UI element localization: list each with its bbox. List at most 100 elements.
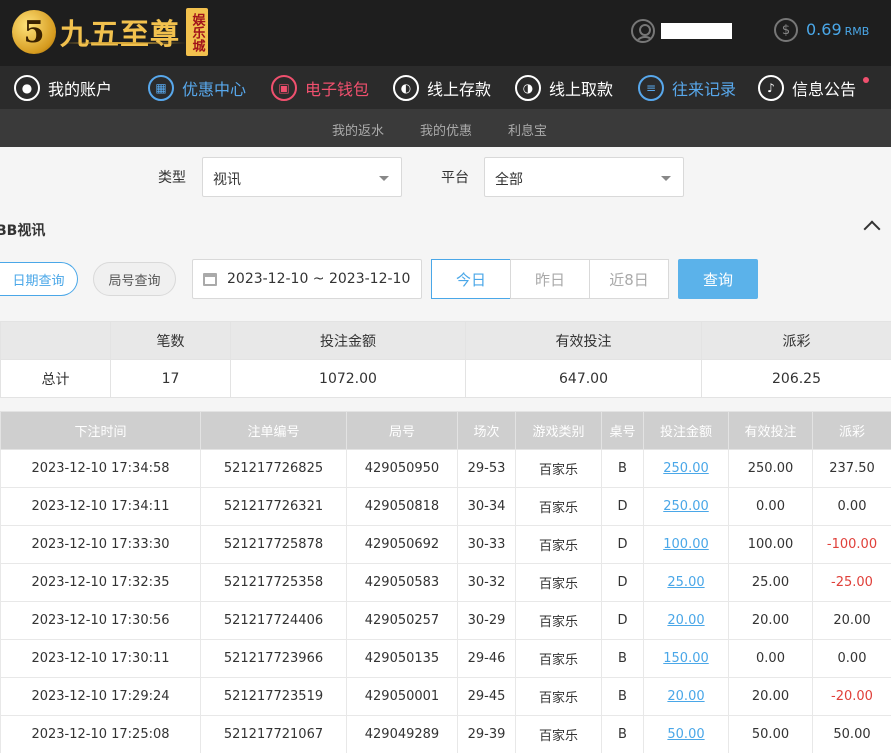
summary-total-row: 总计 17 1072.00 647.00 206.25 <box>0 359 891 398</box>
bet-amount-cell[interactable]: 150.00 <box>643 639 729 678</box>
game-type-cell: 百家乐 <box>515 601 602 640</box>
nav-label: 信息公告 <box>792 79 857 99</box>
nav-promotions[interactable]: ▦ 优惠中心 <box>148 66 246 109</box>
detail-body: 2023-12-10 17:34:58 521217726825 429050950… <box>0 449 891 753</box>
round-number-cell: 429050950 <box>346 449 458 488</box>
valid-bet-cell: 0.00 <box>728 487 813 526</box>
date-query-tab[interactable]: 日期查询 <box>0 262 78 296</box>
bet-time-cell: 2023-12-10 17:34:58 <box>0 449 201 488</box>
sub-nav: 我的返水 我的优惠 利息宝 <box>0 109 891 147</box>
gift-icon: ▦ <box>148 74 174 101</box>
logo-underline <box>60 42 186 44</box>
last-8-days-button[interactable]: 近8日 <box>589 259 669 299</box>
date-range-value: 2023-12-10 ~ 2023-12-10 <box>227 271 411 287</box>
table-row: 2023-12-10 17:34:11 521217726321 429050818… <box>0 487 891 526</box>
summary-header: 派彩 <box>701 321 891 360</box>
detail-header: 下注时间 <box>0 411 201 450</box>
summary-header: 笔数 <box>110 321 231 360</box>
bet-time-cell: 2023-12-10 17:32:35 <box>0 563 201 602</box>
round-query-tab[interactable]: 局号查询 <box>93 262 176 296</box>
user-icon[interactable] <box>631 19 655 43</box>
valid-bet-cell: 100.00 <box>728 525 813 564</box>
ticket-number-cell: 521217726321 <box>200 487 347 526</box>
nav-records[interactable]: ≡ 往来记录 <box>638 66 736 109</box>
today-button[interactable]: 今日 <box>431 259 511 299</box>
platform-select[interactable]: 全部 <box>484 157 684 197</box>
session-cell: 29-53 <box>457 449 516 488</box>
detail-header: 投注金额 <box>643 411 729 450</box>
summary-cell: 总计 <box>0 359 111 398</box>
session-cell: 29-45 <box>457 677 516 716</box>
detail-header: 场次 <box>457 411 516 450</box>
table-row: 2023-12-10 17:32:35 521217725358 429050583… <box>0 563 891 602</box>
bet-time-cell: 2023-12-10 17:29:24 <box>0 677 201 716</box>
logo-badge: 5 <box>12 10 56 54</box>
detail-header: 局号 <box>346 411 458 450</box>
chevron-down-icon <box>379 176 389 181</box>
bet-amount-cell[interactable]: 50.00 <box>643 715 729 753</box>
payout-cell: 50.00 <box>812 715 891 753</box>
query-button[interactable]: 查询 <box>678 259 758 299</box>
round-number-cell: 429050818 <box>346 487 458 526</box>
chevron-up-icon[interactable] <box>863 220 881 238</box>
summary-header: 投注金额 <box>230 321 466 360</box>
subnav-interest[interactable]: 利息宝 <box>508 120 547 139</box>
game-type-cell: 百家乐 <box>515 715 602 753</box>
ticket-number-cell: 521217725878 <box>200 525 347 564</box>
section-title: BB视讯 <box>0 223 46 239</box>
summary-header: 有效投注 <box>465 321 702 360</box>
table-number-cell: D <box>601 601 644 640</box>
bet-amount-cell[interactable]: 100.00 <box>643 525 729 564</box>
round-number-cell: 429050583 <box>346 563 458 602</box>
nav-label: 线上取款 <box>549 79 614 99</box>
chevron-down-icon <box>661 176 671 181</box>
date-range-input[interactable]: 2023-12-10 ~ 2023-12-10 <box>192 259 422 299</box>
round-number-cell: 429050001 <box>346 677 458 716</box>
table-number-cell: D <box>601 563 644 602</box>
detail-header: 有效投注 <box>728 411 813 450</box>
round-number-cell: 429050692 <box>346 525 458 564</box>
table-row: 2023-12-10 17:25:08 521217721067 429049289… <box>0 715 891 753</box>
subnav-rebate[interactable]: 我的返水 <box>332 120 384 139</box>
balance: 0.69 RMB <box>806 20 869 39</box>
summary-header-row: 笔数 投注金额 有效投注 派彩 <box>0 321 891 360</box>
logo[interactable]: 5 九五至尊 娱乐城 <box>12 6 209 58</box>
deposit-icon: ◐ <box>393 74 419 101</box>
bet-time-cell: 2023-12-10 17:34:11 <box>0 487 201 526</box>
payout-cell: -25.00 <box>812 563 891 602</box>
table-number-cell: D <box>601 525 644 564</box>
bet-amount-cell[interactable]: 20.00 <box>643 601 729 640</box>
bet-amount-cell[interactable]: 250.00 <box>643 449 729 488</box>
logo-text: 九五至尊 <box>60 17 181 51</box>
table-row: 2023-12-10 17:34:58 521217726825 429050950… <box>0 449 891 488</box>
nav-label: 电子钱包 <box>305 79 370 99</box>
withdraw-icon: ◑ <box>515 74 541 101</box>
nav-announcements[interactable]: ♪ 信息公告 <box>758 66 856 109</box>
nav-wallet[interactable]: ▣ 电子钱包 <box>271 66 369 109</box>
table-number-cell: B <box>601 639 644 678</box>
nav-withdraw[interactable]: ◑ 线上取款 <box>515 66 613 109</box>
user-icon: ● <box>14 74 40 101</box>
summary-cell: 17 <box>110 359 231 398</box>
session-cell: 29-39 <box>457 715 516 753</box>
platform-label: 平台 <box>441 170 469 186</box>
yesterday-button[interactable]: 昨日 <box>510 259 590 299</box>
nav-my-account[interactable]: ● 我的账户 <box>14 66 112 109</box>
table-number-cell: D <box>601 487 644 526</box>
detail-header: 注单编号 <box>200 411 347 450</box>
wallet-icon: ▣ <box>271 74 297 101</box>
ticket-number-cell: 521217723519 <box>200 677 347 716</box>
records-icon: ≡ <box>638 74 664 101</box>
bet-amount-cell[interactable]: 20.00 <box>643 677 729 716</box>
platform-select-value: 全部 <box>495 172 523 188</box>
ticket-number-cell: 521217723966 <box>200 639 347 678</box>
bet-amount-cell[interactable]: 25.00 <box>643 563 729 602</box>
type-select[interactable]: 视讯 <box>202 157 402 197</box>
subnav-my-promotions[interactable]: 我的优惠 <box>420 120 472 139</box>
nav-deposit[interactable]: ◐ 线上存款 <box>393 66 491 109</box>
top-header: 5 九五至尊 娱乐城 $ 0.69 RMB <box>0 0 891 66</box>
valid-bet-cell: 20.00 <box>728 677 813 716</box>
session-cell: 30-33 <box>457 525 516 564</box>
bet-time-cell: 2023-12-10 17:30:11 <box>0 639 201 678</box>
bet-amount-cell[interactable]: 250.00 <box>643 487 729 526</box>
